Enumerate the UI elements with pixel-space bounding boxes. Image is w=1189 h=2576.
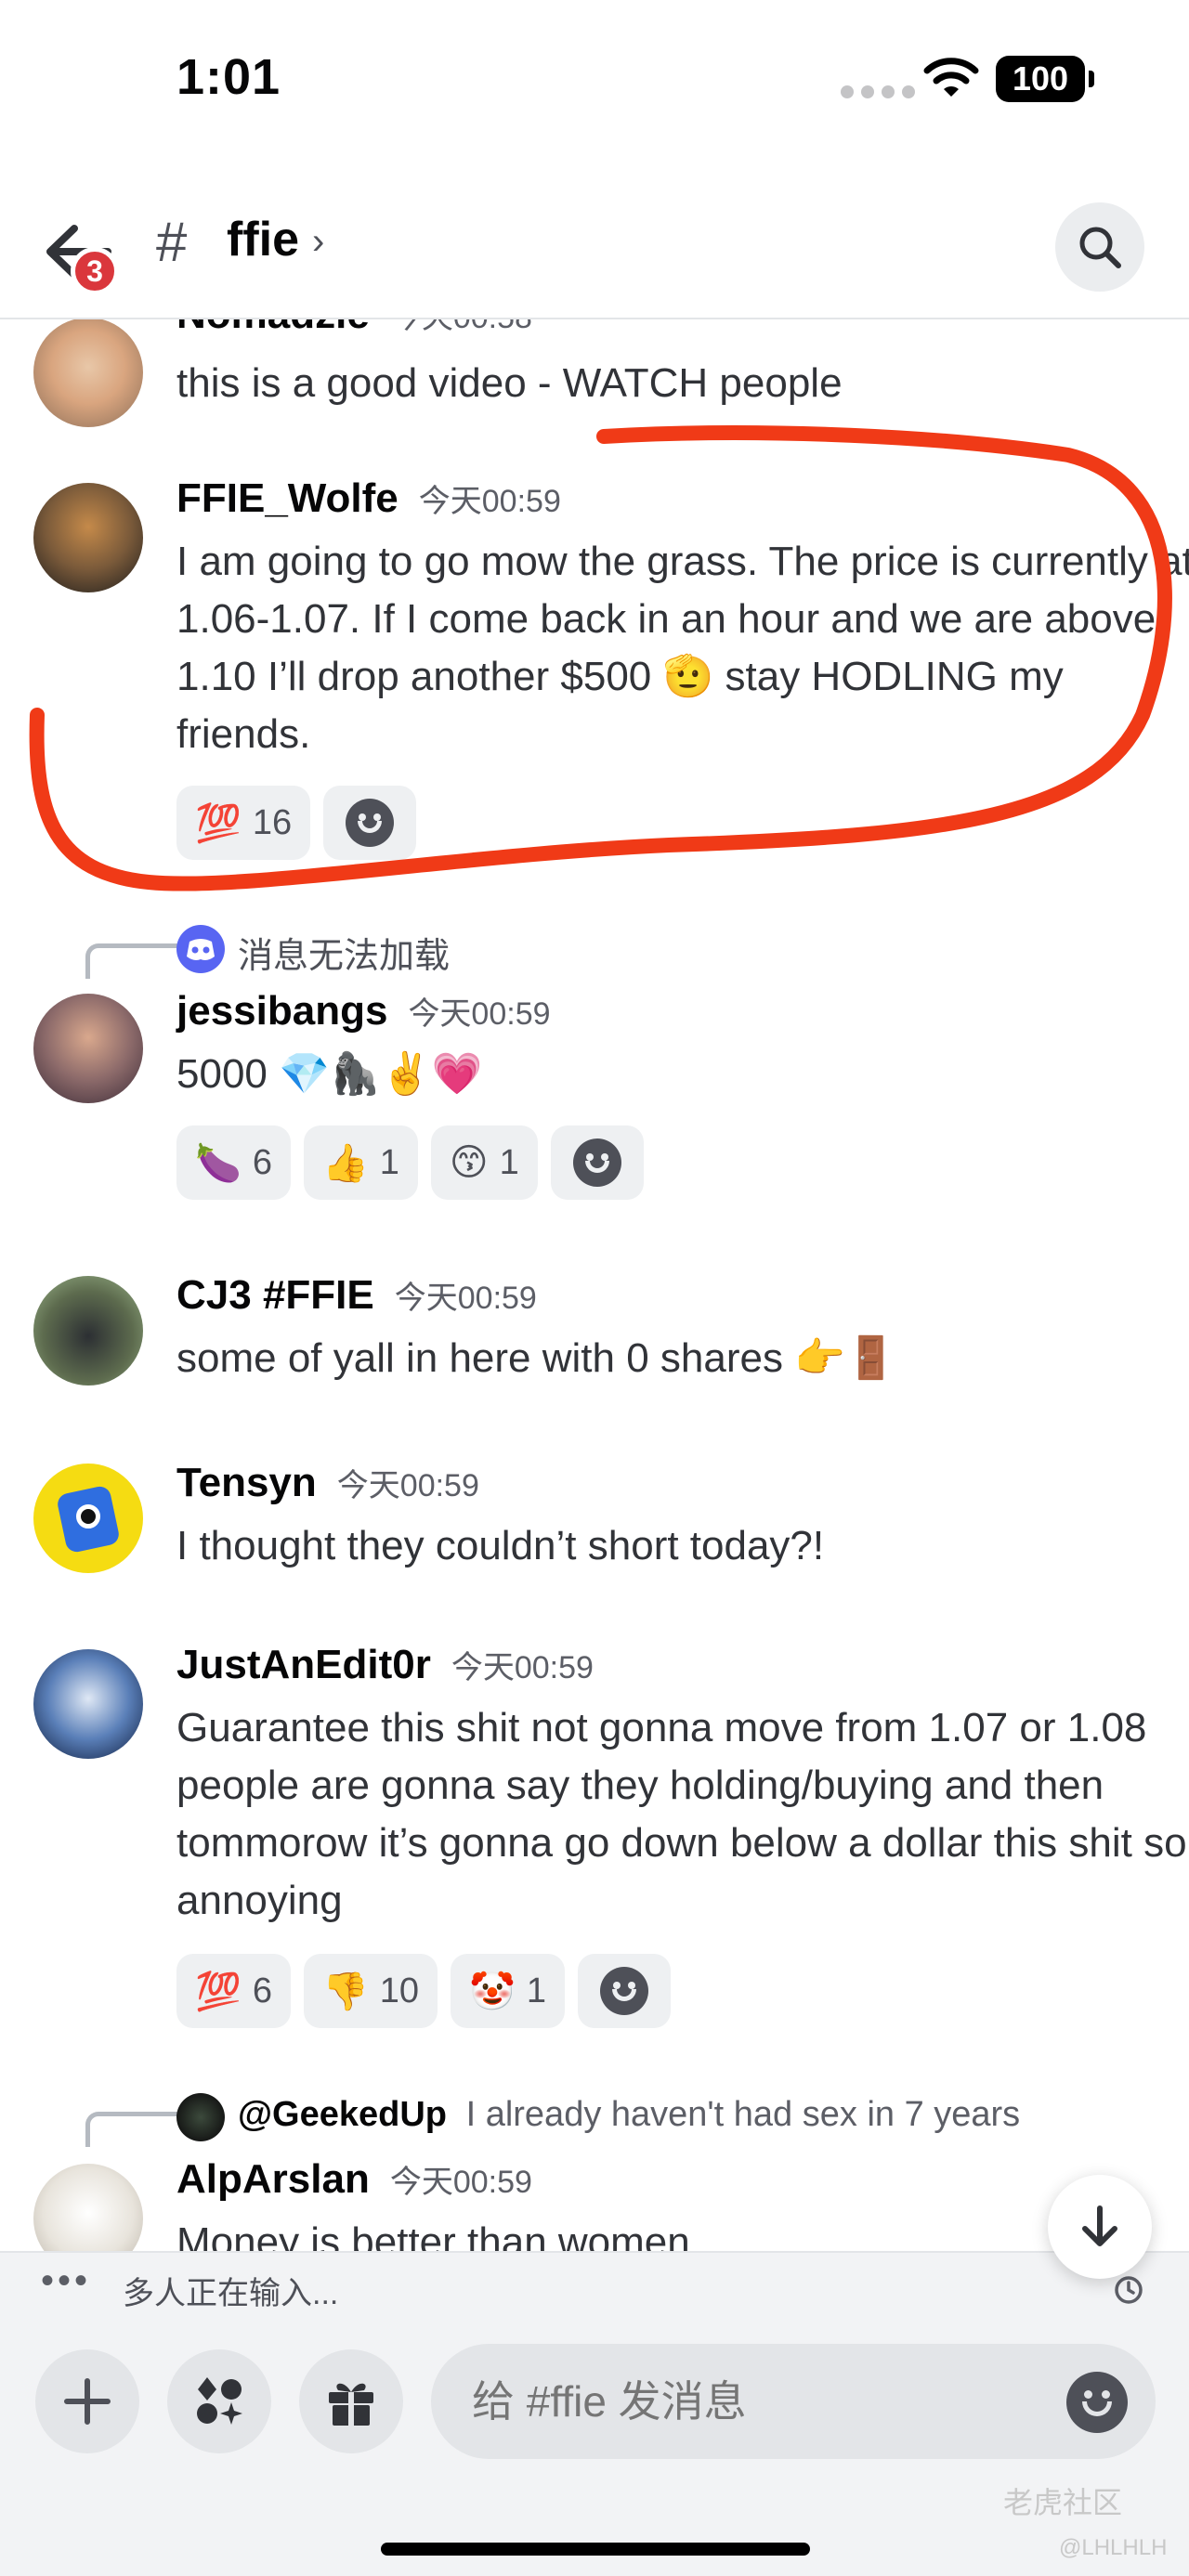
status-time: 1:01 [176,49,281,105]
reaction-count: 1 [499,1142,519,1182]
reaction-count: 6 [252,1142,272,1182]
timestamp: 今天00:59 [408,996,551,1032]
message [33,319,143,427]
reaction-thumbs-down[interactable]: 👎 10 [303,1954,438,2028]
reaction-thumbs-up[interactable]: 👍 1 [303,1125,418,1200]
reaction-bar: 💯 16 [176,786,417,860]
reaction-emoji: 👍 [321,1142,369,1184]
reply-connector [85,943,178,979]
avatar[interactable] [33,319,143,427]
arrow-down-icon [1082,2205,1117,2246]
reaction-emoji: 🍆 [195,1142,242,1184]
attach-button[interactable] [35,2349,139,2453]
smiley-icon [346,799,395,847]
reaction-count: 10 [379,1971,420,2010]
reply-preview[interactable]: @GeekedUp I already haven't had sex in 7… [238,2095,1020,2135]
reaction-emoji: 💯 [195,1971,242,2012]
apps-button[interactable] [167,2349,271,2453]
username[interactable]: Nomadzie今天00:58 [176,319,532,338]
reply-connector [85,2112,178,2147]
username[interactable]: jessibangs 今天00:59 [176,988,551,1034]
add-reaction-button[interactable] [578,1954,671,2028]
message-composer [0,2322,1189,2576]
username[interactable]: Tensyn 今天00:59 [176,1460,479,1506]
message-text: I am going to go mow the grass. The pric… [176,539,1189,757]
avatar[interactable] [33,1276,143,1386]
reaction-count: 6 [252,1971,272,2010]
reaction-count: 1 [379,1142,399,1182]
timestamp: 今天00:59 [451,1650,594,1685]
channel-header: 3 # ffie › [0,182,1189,319]
reaction-100[interactable]: 💯 16 [176,786,311,860]
reaction-bar: 💯 6 👎 10 🤡 1 [176,1954,671,2028]
wifi-icon [923,58,979,97]
username[interactable]: JustAnEdit0r 今天00:59 [176,1642,594,1688]
reply-username: @GeekedUp [238,2095,448,2134]
apps-icon [197,2377,242,2425]
plus-icon [64,2378,111,2425]
search-icon [1079,227,1121,268]
timestamp: 今天00:58 [390,319,532,335]
reaction-emoji: 🤡 [469,1971,516,2012]
avatar[interactable] [33,1464,143,1573]
reaction-100[interactable]: 💯 6 [176,1954,291,2028]
reaction-bar: 🍆 6 👍 1 😙 1 [176,1125,644,1200]
battery-indicator: 100 [996,56,1094,102]
avatar[interactable] [33,994,143,1103]
discord-icon [176,925,225,973]
slowmode-timer-icon [1115,2276,1143,2304]
timestamp: 今天00:59 [394,1281,537,1316]
add-reaction-button[interactable] [323,786,417,860]
smiley-icon [572,1138,621,1187]
reaction-emoji: 👎 [321,1971,369,2012]
username[interactable]: FFIE_Wolfe 今天00:59 [176,475,561,522]
message-text: I thought they couldn’t short today?! [176,1523,825,1568]
channel-hash-icon: # [156,211,188,273]
username[interactable]: AlpArslan 今天00:59 [176,2156,532,2203]
search-button[interactable] [1055,202,1144,292]
gift-button[interactable] [299,2349,403,2453]
reaction-eggplant[interactable]: 🍆 6 [176,1125,291,1200]
reaction-count: 1 [526,1971,546,2010]
avatar[interactable] [33,2164,143,2251]
typing-text: 多人正在输入... [123,2276,339,2311]
message-text: 5000 💎🦍✌️💗 [176,1051,483,1097]
username[interactable]: CJ3 #FFIE 今天00:59 [176,1272,537,1319]
smiley-icon [600,1967,648,2015]
message-list[interactable]: Nomadzie今天00:58 this is a good video - W… [0,319,1189,2251]
typing-dots: ••• [41,2260,92,2301]
avatar[interactable] [33,1649,143,1759]
watermark: 老虎社区 [1003,2486,1123,2519]
timestamp: 今天00:59 [389,2165,532,2200]
reaction-kiss[interactable]: 😙 1 [430,1125,538,1200]
message-input[interactable] [431,2344,1156,2459]
message-text: this is a good video - WATCH people [176,360,843,406]
chevron-right-icon[interactable]: › [312,221,324,263]
jump-to-bottom-button[interactable] [1048,2175,1152,2279]
message-text: Guarantee this shit not gonna move from … [176,1705,1187,1923]
timestamp: 今天00:59 [336,1468,479,1503]
message-text: some of yall in here with 0 shares 👉🚪 [176,1335,896,1381]
typing-indicator: ••• 多人正在输入... [0,2251,1189,2322]
reply-avatar[interactable] [176,2093,225,2141]
reaction-count: 16 [252,802,293,842]
avatar[interactable] [33,483,143,592]
reaction-clown[interactable]: 🤡 1 [451,1954,565,2028]
channel-name[interactable]: ffie [227,212,299,267]
unread-badge: 3 [71,247,119,295]
watermark-handle: @LHLHLH [1059,2535,1168,2560]
emoji-button[interactable] [1066,2372,1128,2433]
reaction-emoji: 💯 [195,802,242,844]
gift-icon [329,2383,373,2426]
add-reaction-button[interactable] [550,1125,644,1200]
reply-preview-text[interactable]: 消息无法加载 [238,927,450,978]
reaction-emoji: 😙 [449,1142,489,1183]
home-indicator [381,2543,810,2556]
cellular-signal-icon [841,85,915,98]
reply-preview-text: I already haven't had sex in 7 years [465,2095,1021,2134]
message-text: Money is better than women [176,2219,690,2251]
timestamp: 今天00:59 [418,484,561,519]
